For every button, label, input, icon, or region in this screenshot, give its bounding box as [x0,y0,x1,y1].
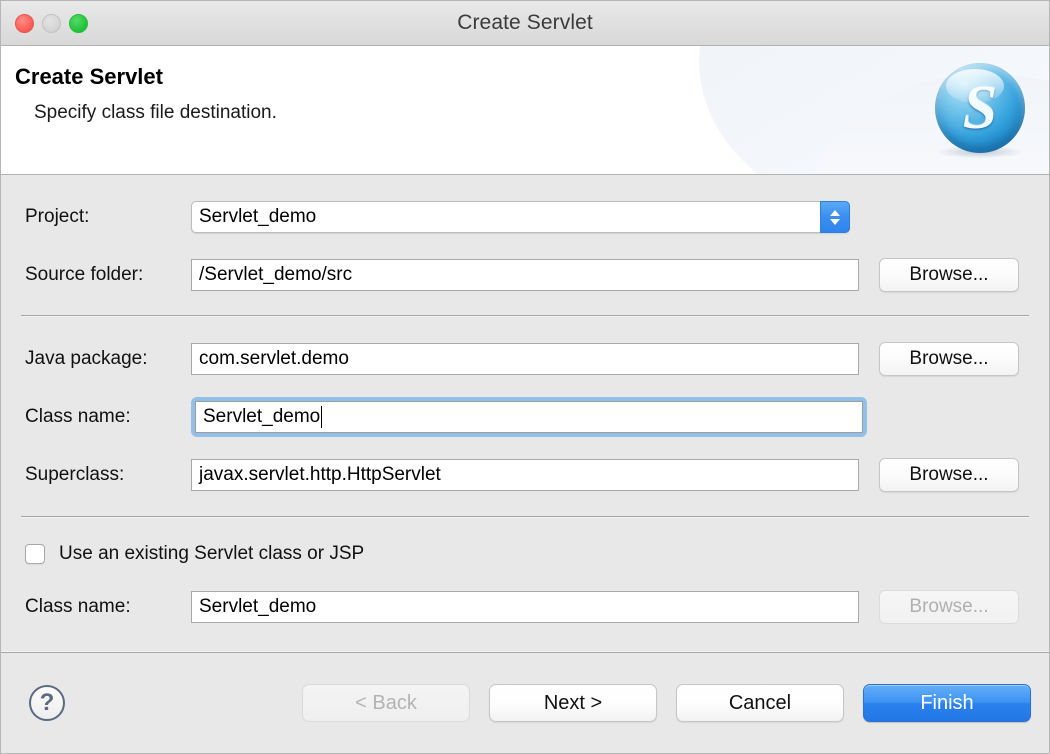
class-name-row: Class name: Servlet_demo [21,397,1029,437]
existing-class-browse-button: Browse... [879,590,1019,624]
class-name-label: Class name: [25,406,131,427]
existing-class-name-input[interactable]: Servlet_demo [191,591,859,623]
window-title: Create Servlet [457,11,593,34]
class-name-input[interactable]: Servlet_demo [195,401,863,433]
existing-class-name-row: Class name: Servlet_demo Browse... [21,587,1029,627]
source-folder-label: Source folder: [25,264,144,285]
superclass-row: Superclass: javax.servlet.http.HttpServl… [21,455,1029,495]
window-titlebar: Create Servlet [1,1,1049,46]
project-value: Servlet_demo [199,206,317,227]
java-package-input[interactable]: com.servlet.demo [191,343,859,375]
class-form: Java package: com.servlet.demo Browse...… [1,339,1049,495]
superclass-input[interactable]: javax.servlet.http.HttpServlet [191,459,859,491]
use-existing-label: Use an existing Servlet class or JSP [59,543,365,564]
section-separator-2 [21,516,1029,518]
class-name-focus-ring: Servlet_demo [191,397,867,437]
dialog-body: Project: Servlet_demo Source folder: /Se… [1,175,1049,651]
next-button[interactable]: Next > [489,684,657,722]
close-button-icon[interactable] [15,13,34,33]
page-title: Create Servlet [15,64,163,89]
section-separator-1 [21,315,1029,317]
project-label: Project: [25,206,90,227]
java-package-value: com.servlet.demo [199,348,349,369]
existing-class-form: Class name: Servlet_demo Browse... [1,587,1049,627]
wizard-header: Create Servlet Specify class file destin… [1,46,1049,175]
class-name-value: Servlet_demo [203,406,321,427]
existing-class-name-label: Class name: [25,596,131,617]
superclass-value: javax.servlet.http.HttpServlet [199,464,441,485]
project-combobox[interactable]: Servlet_demo [191,201,850,233]
source-folder-value: /Servlet_demo/src [199,264,353,285]
logo-gloss [946,69,1004,103]
minimize-button-icon[interactable] [42,13,61,33]
destination-form: Project: Servlet_demo Source folder: /Se… [1,197,1049,295]
cancel-button[interactable]: Cancel [676,684,844,722]
back-button: < Back [302,684,470,722]
project-stepper-icon[interactable] [820,201,850,233]
source-folder-row: Source folder: /Servlet_demo/src Browse.… [21,255,1029,295]
chevron-down-icon [830,218,840,225]
superclass-label: Superclass: [25,464,125,485]
servlet-logo-icon: S [930,61,1030,161]
footer-buttons: < Back Next > Cancel Finish [302,653,1031,753]
use-existing-checkbox[interactable] [25,544,45,564]
create-servlet-dialog: Create Servlet Create Servlet Specify cl… [0,0,1050,754]
chevron-up-icon [830,209,840,216]
page-subtitle: Specify class file destination. [34,102,277,123]
finish-button[interactable]: Finish [863,684,1031,722]
existing-class-name-value: Servlet_demo [199,596,317,617]
dialog-footer: ? < Back Next > Cancel Finish [1,653,1049,753]
text-caret [321,406,323,428]
project-row: Project: Servlet_demo [21,197,1029,237]
superclass-browse-button[interactable]: Browse... [879,458,1019,492]
java-package-label: Java package: [25,348,148,369]
source-folder-input[interactable]: /Servlet_demo/src [191,259,859,291]
java-package-browse-button[interactable]: Browse... [879,342,1019,376]
java-package-row: Java package: com.servlet.demo Browse... [21,339,1029,379]
help-icon[interactable]: ? [29,685,65,721]
traffic-lights [15,1,88,45]
use-existing-row[interactable]: Use an existing Servlet class or JSP [1,539,1049,569]
source-folder-browse-button[interactable]: Browse... [879,258,1019,292]
zoom-button-icon[interactable] [69,13,88,33]
